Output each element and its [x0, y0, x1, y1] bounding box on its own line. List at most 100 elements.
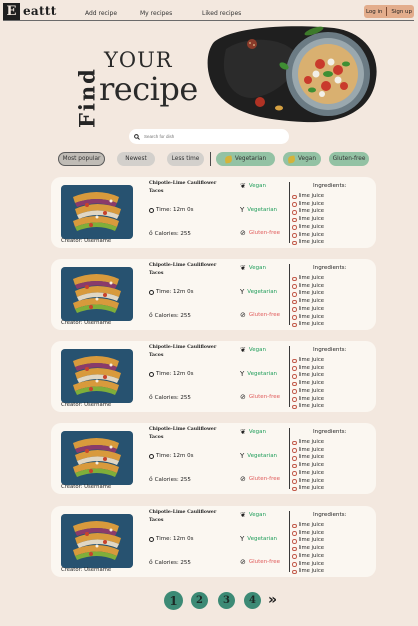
recipe-title[interactable]: Chipotle-Lime Cauliflower Tacos	[149, 344, 229, 360]
ingredient-item: lime juice	[292, 372, 325, 380]
tag-vegetarian: Y Vegetarian	[240, 289, 277, 296]
leaf-icon: ❦	[240, 346, 246, 354]
recipe-creator[interactable]: Creator: Username	[61, 238, 111, 244]
recipe-calories-text: Calories: 255	[154, 394, 191, 401]
filter-newest[interactable]: Newest	[117, 152, 155, 166]
logo-text[interactable]: eattt	[23, 4, 57, 18]
hero-recipe-text: recipe	[99, 70, 198, 108]
ingredient-item: lime juice	[292, 193, 325, 201]
recipe-card[interactable]: Creator: Username Chipotle-Lime Cauliflo…	[51, 423, 376, 494]
filter-gluten-free[interactable]: Gluten-free	[329, 152, 369, 166]
tag-vegan-label: Vegan	[248, 347, 266, 353]
recipe-thumbnail[interactable]	[61, 431, 133, 485]
recipe-card[interactable]: Creator: Username Chipotle-Lime Cauliflo…	[51, 177, 376, 248]
ingredient-item: lime juice	[292, 462, 325, 470]
logo-mark[interactable]: E	[3, 3, 20, 20]
ingredient-item: lime juice	[292, 298, 325, 306]
recipe-calories-text: Calories: 255	[154, 559, 191, 566]
card-divider	[289, 346, 290, 407]
ingredient-item: lime juice	[292, 454, 325, 462]
recipe-thumbnail[interactable]	[61, 267, 133, 321]
clock-icon	[149, 536, 154, 542]
search-icon	[134, 133, 140, 140]
recipe-calories: ó Calories: 255	[149, 230, 191, 237]
ingredients-list: lime juice lime juice lime juice lime ju…	[292, 522, 325, 576]
recipe-creator[interactable]: Creator: Username	[61, 484, 111, 490]
card-divider	[289, 264, 290, 325]
signup-button[interactable]: Sign up	[391, 9, 412, 15]
recipe-time-text: Time: 12m 0s	[156, 207, 194, 213]
tag-vegetarian-label: Vegetarian	[247, 371, 278, 377]
recipe-thumbnail[interactable]	[61, 514, 133, 568]
filter-most-popular[interactable]: Most popular	[58, 152, 105, 166]
recipe-time-text: Time: 12m 0s	[156, 289, 194, 295]
nav-my-recipes[interactable]: My recipes	[140, 10, 172, 17]
nav-liked-recipes[interactable]: Liked recipes	[202, 10, 241, 17]
search-input[interactable]	[144, 134, 274, 139]
filter-bar: Most popular Newest Less time Vegetarian…	[0, 152, 418, 166]
tag-vegan: ❦ Vegan	[240, 511, 266, 519]
flame-icon: ó	[149, 312, 153, 319]
filter-divider	[210, 152, 211, 166]
tag-vegan-label: Vegan	[248, 429, 266, 435]
page-3-button[interactable]: 3	[218, 592, 235, 609]
ingredient-item: lime juice	[292, 232, 325, 240]
recipe-title[interactable]: Chipotle-Lime Cauliflower Tacos	[149, 262, 229, 278]
recipe-creator[interactable]: Creator: Username	[61, 567, 111, 573]
recipe-thumbnail[interactable]	[61, 349, 133, 403]
recipe-calories: ó Calories: 255	[149, 312, 191, 319]
ingredient-item: lime juice	[292, 568, 325, 576]
page-1-button[interactable]: 1	[164, 591, 183, 610]
header-divider	[3, 20, 414, 21]
next-page-button[interactable]: »	[268, 592, 277, 609]
recipe-card[interactable]: Creator: Username Chipotle-Lime Cauliflo…	[51, 506, 376, 577]
recipe-card[interactable]: Creator: Username Chipotle-Lime Cauliflo…	[51, 341, 376, 412]
ingredients-title: Ingredients:	[313, 183, 347, 189]
filter-vegetarian[interactable]: Vegetarian	[216, 152, 275, 166]
tag-gluten-free: ⊘ Gluten-free	[240, 230, 280, 237]
clock-icon	[149, 453, 154, 459]
tag-vegetarian-label: Vegetarian	[247, 207, 278, 213]
recipe-title[interactable]: Chipotle-Lime Cauliflower Tacos	[149, 509, 229, 525]
tag-gluten-free-label: Gluten-free	[248, 394, 281, 400]
nav-add-recipe[interactable]: Add recipe	[85, 10, 117, 17]
filter-vegan[interactable]: Vegan	[283, 152, 321, 166]
search-bar[interactable]	[129, 129, 289, 144]
tag-vegetarian-label: Vegetarian	[247, 453, 278, 459]
page-2-button[interactable]: 2	[191, 592, 208, 609]
ingredient-item: lime juice	[292, 447, 325, 455]
leaf-icon: ❦	[240, 511, 246, 519]
recipe-calories: ó Calories: 255	[149, 476, 191, 483]
page-4-button[interactable]: 4	[244, 592, 261, 609]
recipe-title[interactable]: Chipotle-Lime Cauliflower Tacos	[149, 426, 229, 442]
clock-icon	[149, 289, 154, 295]
ingredients-list: lime juice lime juice lime juice lime ju…	[292, 357, 325, 411]
login-button[interactable]: Log in	[366, 9, 383, 15]
recipe-title[interactable]: Chipotle-Lime Cauliflower Tacos	[149, 180, 229, 196]
recipe-card[interactable]: Creator: Username Chipotle-Lime Cauliflo…	[51, 259, 376, 330]
tag-vegetarian: Y Vegetarian	[240, 453, 278, 460]
recipe-creator[interactable]: Creator: Username	[61, 320, 111, 326]
ingredient-item: lime juice	[292, 283, 325, 291]
card-divider	[289, 511, 290, 572]
ingredient-item: lime juice	[292, 314, 325, 322]
tag-vegan-label: Vegan	[248, 265, 266, 271]
header: E eattt Add recipe My recipes Liked reci…	[0, 0, 418, 22]
no-gluten-icon: ⊘	[240, 311, 246, 319]
filter-less-time[interactable]: Less time	[167, 152, 204, 166]
ingredient-item: lime juice	[292, 439, 325, 447]
filter-vegetarian-label: Vegetarian	[234, 156, 267, 162]
no-gluten-icon: ⊘	[240, 475, 246, 483]
recipe-time: Time: 12m 0s	[149, 536, 194, 542]
recipe-creator[interactable]: Creator: Username	[61, 402, 111, 408]
flame-icon: ó	[149, 559, 153, 566]
recipe-calories: ó Calories: 255	[149, 394, 191, 401]
tag-vegetarian: Y Vegetarian	[240, 207, 278, 214]
ingredients-list: lime juice lime juice lime juice lime ju…	[292, 193, 325, 247]
ingredient-item: lime juice	[292, 216, 325, 224]
flame-icon: ó	[149, 230, 153, 237]
tag-vegan: ❦ Vegan	[240, 429, 266, 436]
card-divider	[289, 428, 290, 489]
recipe-thumbnail[interactable]	[61, 185, 133, 239]
hero-your-text: YOUR	[104, 48, 173, 72]
